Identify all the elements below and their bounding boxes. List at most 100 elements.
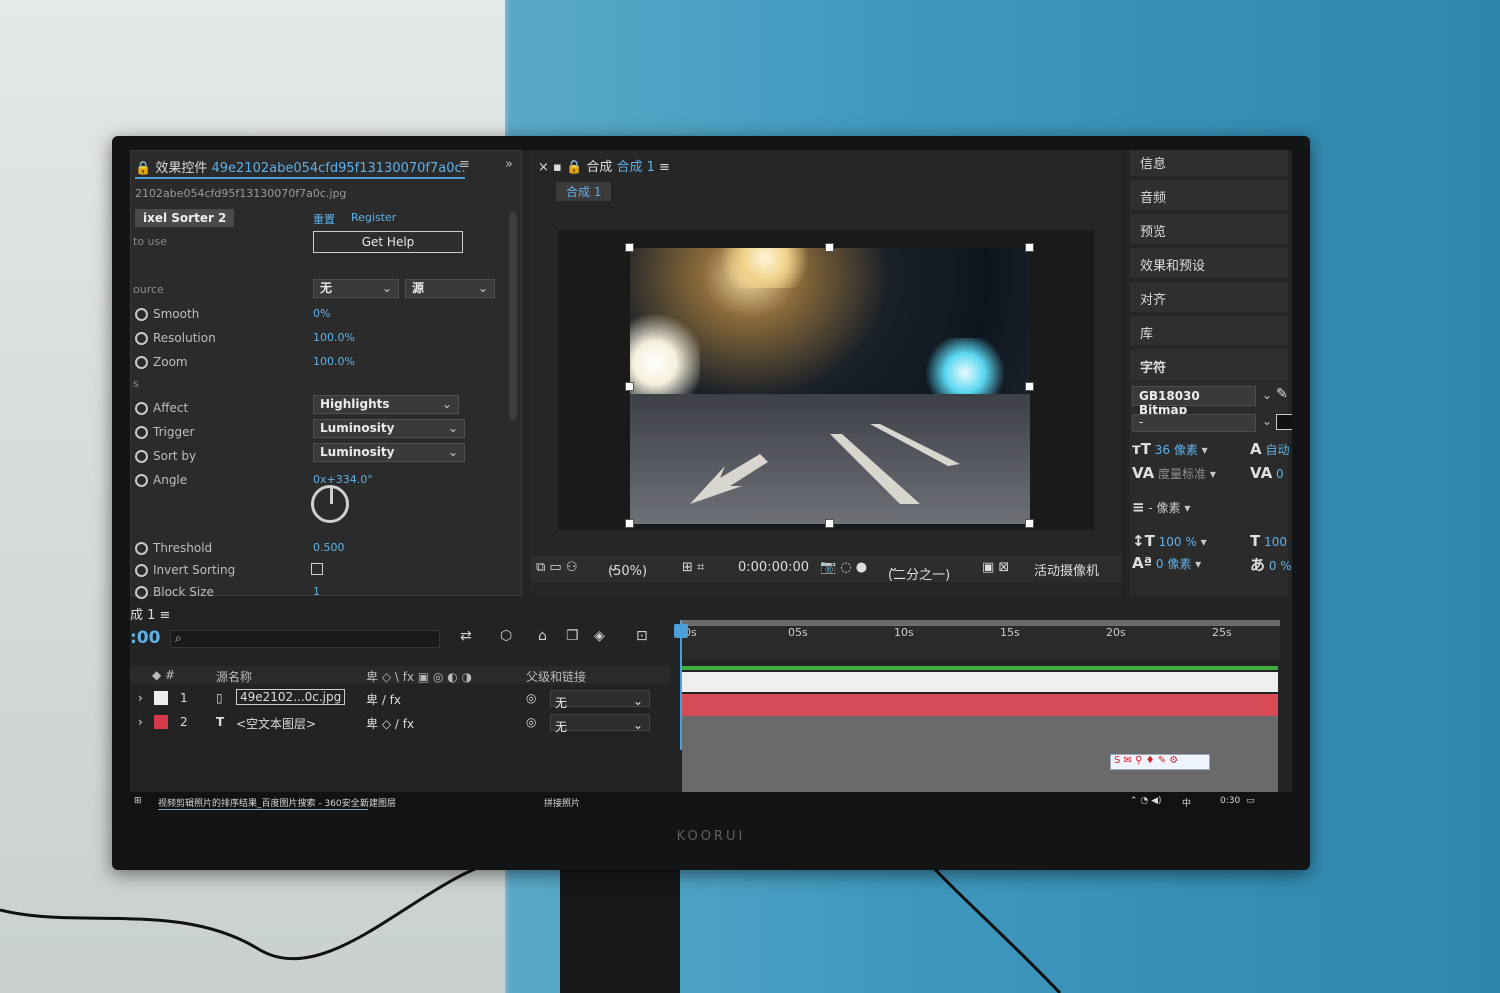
expand-icon[interactable]: ›: [138, 691, 143, 705]
zoom-value[interactable]: 100.0%: [313, 355, 355, 368]
stopwatch-icon[interactable]: [135, 402, 148, 415]
taskbar-clock[interactable]: 0:30: [1220, 796, 1240, 806]
preview-options-icon[interactable]: ⧉ ▭ ⚇: [536, 560, 577, 575]
layer-2-bar[interactable]: [682, 694, 1278, 716]
panel-info[interactable]: 信息: [1130, 150, 1288, 176]
effect-controls-tab[interactable]: 🔒 效果控件 49e2102abe054cfd95f13130070f7a0c.…: [135, 157, 465, 179]
layer-name[interactable]: <空文本图层>: [236, 715, 316, 732]
source-name-header[interactable]: 源名称: [216, 668, 252, 685]
parent-link-header[interactable]: 父级和链接: [526, 668, 586, 685]
kerning-control[interactable]: VA 度量标准 ▾: [1132, 464, 1216, 482]
baseline-control[interactable]: Aª 0 像素 ▾: [1132, 554, 1201, 572]
transform-handle[interactable]: [825, 243, 834, 252]
close-icon[interactable]: ×: [538, 160, 549, 175]
transform-handle[interactable]: [625, 243, 634, 252]
stopwatch-icon[interactable]: [135, 564, 148, 577]
parent-dropdown[interactable]: 无 ⌄: [550, 690, 650, 710]
trigger-dropdown[interactable]: Luminosity ⌄: [313, 419, 465, 438]
pickwhip-icon[interactable]: ◎: [526, 691, 536, 705]
tsume-control[interactable]: あ 0 %: [1250, 554, 1292, 575]
stopwatch-icon[interactable]: [135, 426, 148, 439]
motion-blur-icon[interactable]: ◈: [594, 628, 605, 644]
current-timecode[interactable]: 0:00:00:00: [738, 560, 809, 575]
draft-3d-icon[interactable]: ⬡: [500, 628, 512, 644]
layer-row[interactable]: › 2 T <空文本图层> 卑 ◇ ∕ fx ◎ 无 ⌄: [130, 712, 670, 734]
source-type-dropdown[interactable]: 源 ⌄: [405, 279, 495, 298]
input-method-toolbar[interactable]: S ✉ ⚲ ♦ ✎ ⚙: [1110, 754, 1210, 770]
chevron-down-icon[interactable]: ⌄: [1262, 414, 1272, 428]
windows-start-icon[interactable]: ⊞: [134, 796, 142, 806]
reset-link[interactable]: 重置: [313, 211, 335, 227]
camera-dropdown[interactable]: 活动摄像机: [1034, 560, 1099, 579]
stroke-width-control[interactable]: ≡ - 像素 ▾: [1132, 498, 1190, 516]
panel-library[interactable]: 库: [1130, 316, 1288, 346]
font-size-control[interactable]: тT 36 像素 ▾: [1132, 440, 1208, 458]
time-ruler[interactable]: 0s 05s 10s 15s 20s 25s: [680, 620, 1280, 660]
label-color-swatch[interactable]: [154, 715, 168, 729]
timeline-search-input[interactable]: ⌕: [170, 630, 440, 648]
shy-layers-icon[interactable]: ⌂: [538, 628, 547, 644]
stopwatch-icon[interactable]: [135, 450, 148, 463]
angle-dial[interactable]: [311, 485, 349, 523]
font-family-dropdown[interactable]: GB18030 Bitmap: [1132, 386, 1256, 417]
frame-blending-icon[interactable]: ❐: [566, 628, 579, 644]
work-area-bar[interactable]: [680, 620, 1280, 626]
playhead-handle[interactable]: [674, 624, 688, 638]
grid-icon[interactable]: ⊞ ⌗: [682, 560, 704, 575]
stopwatch-icon[interactable]: [135, 474, 148, 487]
leading-control[interactable]: A 自动: [1250, 440, 1289, 458]
stopwatch-icon[interactable]: [135, 542, 148, 555]
transform-handle[interactable]: [625, 519, 634, 528]
pickwhip-icon[interactable]: ◎: [526, 715, 536, 729]
stopwatch-icon[interactable]: [135, 332, 148, 345]
layer-row[interactable]: › 1 ▯ 49e2102...0c.jpg 卑 ∕ fx ◎ 无 ⌄: [130, 688, 670, 710]
graph-editor-icon[interactable]: ⊡: [636, 628, 648, 644]
transform-handle[interactable]: [1025, 519, 1034, 528]
tracking-control[interactable]: VA 0: [1250, 464, 1284, 482]
get-help-button[interactable]: Get Help: [313, 231, 463, 253]
label-color-swatch[interactable]: [154, 691, 168, 705]
comp-flow-icon[interactable]: ⇄: [460, 628, 472, 644]
transform-handle[interactable]: [625, 382, 634, 391]
vertical-scale-control[interactable]: ↕T 100 % ▾: [1132, 532, 1207, 550]
panel-audio[interactable]: 音频: [1130, 180, 1288, 210]
threshold-value[interactable]: 0.500: [313, 541, 345, 554]
expand-icon[interactable]: ›: [138, 715, 143, 729]
eyedropper-icon[interactable]: ✎: [1276, 386, 1288, 402]
panel-character[interactable]: 字符: [1130, 350, 1288, 380]
composition-viewer[interactable]: [558, 230, 1094, 530]
taskbar-item-3[interactable]: 拼接照片: [544, 796, 580, 809]
plugin-name[interactable]: ixel Sorter 2: [135, 209, 235, 227]
panel-scrollbar[interactable]: [509, 211, 517, 421]
sortby-dropdown[interactable]: Luminosity ⌄: [313, 443, 465, 462]
layer-1-bar[interactable]: [682, 672, 1278, 692]
taskbar-item-2[interactable]: 新建图层: [360, 796, 396, 809]
smooth-value[interactable]: 0%: [313, 307, 330, 320]
taskbar-browser-item[interactable]: 视频剪辑照片的排序结果_百度图片搜索 - 360安全...: [158, 796, 369, 810]
snapshot-icon[interactable]: 📷 ◌ ●: [820, 560, 867, 575]
tray-icons[interactable]: ⌃ ◔ ◀): [1130, 796, 1162, 806]
resolution-dropdown[interactable]: (二分之一) ⌄: [888, 560, 950, 583]
resolution-value[interactable]: 100.0%: [313, 331, 355, 344]
transform-handle[interactable]: [1025, 243, 1034, 252]
stopwatch-icon[interactable]: [135, 308, 148, 321]
menu-icon[interactable]: ≡: [160, 608, 171, 623]
timeline-current-time[interactable]: :00: [130, 628, 160, 648]
zoom-dropdown[interactable]: (50%) ⌄: [608, 560, 647, 579]
layer-name[interactable]: 49e2102...0c.jpg: [236, 689, 346, 705]
layer-switches[interactable]: 卑 ◇ ∕ fx: [366, 715, 414, 732]
composition-tab[interactable]: × ▪ 🔒 合成 合成 1 ≡: [538, 156, 670, 175]
panel-preview[interactable]: 预览: [1130, 214, 1288, 244]
region-icon[interactable]: ▣ ⊠: [982, 560, 1009, 575]
panel-align[interactable]: 对齐: [1130, 282, 1288, 312]
notification-icon[interactable]: ▭: [1246, 796, 1255, 806]
menu-icon[interactable]: ≡: [659, 160, 670, 175]
composition-subtab[interactable]: 合成 1: [556, 182, 612, 201]
menu-icon[interactable]: ≡: [459, 157, 470, 172]
transform-handle[interactable]: [1025, 382, 1034, 391]
invert-sorting-checkbox[interactable]: [311, 563, 323, 575]
timeline-tab[interactable]: 成 1 ≡: [130, 604, 170, 623]
expand-panels-icon[interactable]: »: [505, 157, 513, 172]
angle-value[interactable]: 0x+334.0°: [313, 473, 373, 486]
font-style-dropdown[interactable]: -: [1132, 414, 1256, 432]
